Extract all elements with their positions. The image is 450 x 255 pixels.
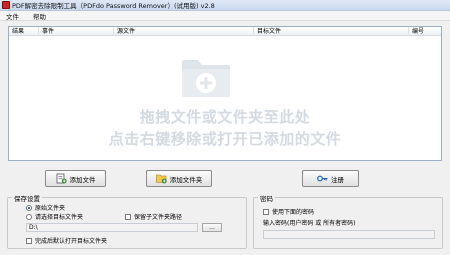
file-list-table[interactable]: 结果 事件 源文件 目标文件 编号 拖拽文件或文件夹至此处 点击右键移除或打开已… [8, 26, 442, 161]
window-title: PDF解密去除限制工具（PDFdo Password Remover）(试用版)… [12, 2, 215, 10]
open-after-label: 完成后默认打开目标文件夹 [35, 238, 108, 245]
open-after-option[interactable]: 完成后默认打开目标文件夹 [26, 236, 107, 245]
drop-hint-line-1: 拖拽文件或文件夹至此处 [139, 108, 311, 126]
table-header: 结果 事件 源文件 目标文件 编号 [9, 27, 441, 36]
menu-bar: 文件 帮助 [0, 11, 450, 21]
option-original-folder[interactable]: 原始文件夹 [26, 203, 65, 212]
add-folder-icon [155, 174, 167, 184]
title-bar: PDF解密去除限制工具（PDFdo Password Remover）(试用版)… [0, 0, 450, 11]
drop-hint-line-2: 点击右键移除或打开已添加的文件 [108, 130, 342, 148]
menu-file[interactable]: 文件 [6, 11, 19, 21]
browse-button[interactable]: ... [202, 223, 222, 232]
open-after-checkbox[interactable] [26, 237, 32, 244]
column-event[interactable]: 事件 [39, 27, 114, 36]
keep-subfolder-label: 保留子文件夹路径 [134, 214, 183, 221]
use-password-label: 使用下面的密码 [272, 209, 315, 216]
menu-help[interactable]: 帮助 [33, 11, 46, 21]
save-settings-group: 保存设置 原始文件夹 请选择目标文件夹 保留子文件夹路径 D:\ ... 完成后… [7, 193, 247, 249]
password-title: 密码 [258, 193, 275, 203]
password-prompt-label: 输入密码(用户密码 或 所有者密码) [263, 220, 356, 227]
option-choose-folder-label: 请选择目标文件夹 [35, 214, 84, 221]
column-source-file[interactable]: 源文件 [114, 27, 254, 36]
keep-subfolder-option[interactable]: 保留子文件夹路径 [125, 212, 182, 221]
key-icon [317, 175, 328, 182]
pdf-app-icon [2, 1, 10, 9]
add-file-icon [56, 173, 67, 184]
target-path-field[interactable]: D:\ [26, 223, 198, 232]
password-group: 密码 使用下面的密码 输入密码(用户密码 或 所有者密码) [253, 193, 443, 249]
column-target-file[interactable]: 目标文件 [254, 27, 409, 36]
column-result[interactable]: 结果 [9, 27, 39, 36]
use-password-option[interactable]: 使用下面的密码 [263, 207, 314, 216]
option-original-folder-label: 原始文件夹 [35, 205, 66, 212]
password-input[interactable] [263, 230, 435, 239]
register-label: 注册 [331, 175, 344, 184]
radio-choose-folder[interactable] [26, 213, 32, 220]
keep-subfolder-checkbox[interactable] [125, 213, 131, 220]
password-prompt: 输入密码(用户密码 或 所有者密码) [263, 218, 356, 227]
add-folder-button[interactable]: 添加文件夹 [146, 170, 212, 187]
drop-zone[interactable]: 拖拽文件或文件夹至此处 点击右键移除或打开已添加的文件 [9, 36, 441, 162]
add-file-button[interactable]: 添加文件 [45, 170, 106, 187]
add-folder-label: 添加文件夹 [169, 175, 203, 184]
register-button[interactable]: 注册 [302, 170, 359, 187]
column-number[interactable]: 编号 [409, 27, 443, 36]
folder-plus-icon [182, 60, 230, 97]
radio-original-folder[interactable] [26, 204, 32, 211]
add-file-label: 添加文件 [69, 175, 96, 184]
use-password-checkbox[interactable] [263, 208, 269, 215]
option-choose-folder[interactable]: 请选择目标文件夹 [26, 212, 83, 221]
save-settings-title: 保存设置 [12, 193, 42, 203]
